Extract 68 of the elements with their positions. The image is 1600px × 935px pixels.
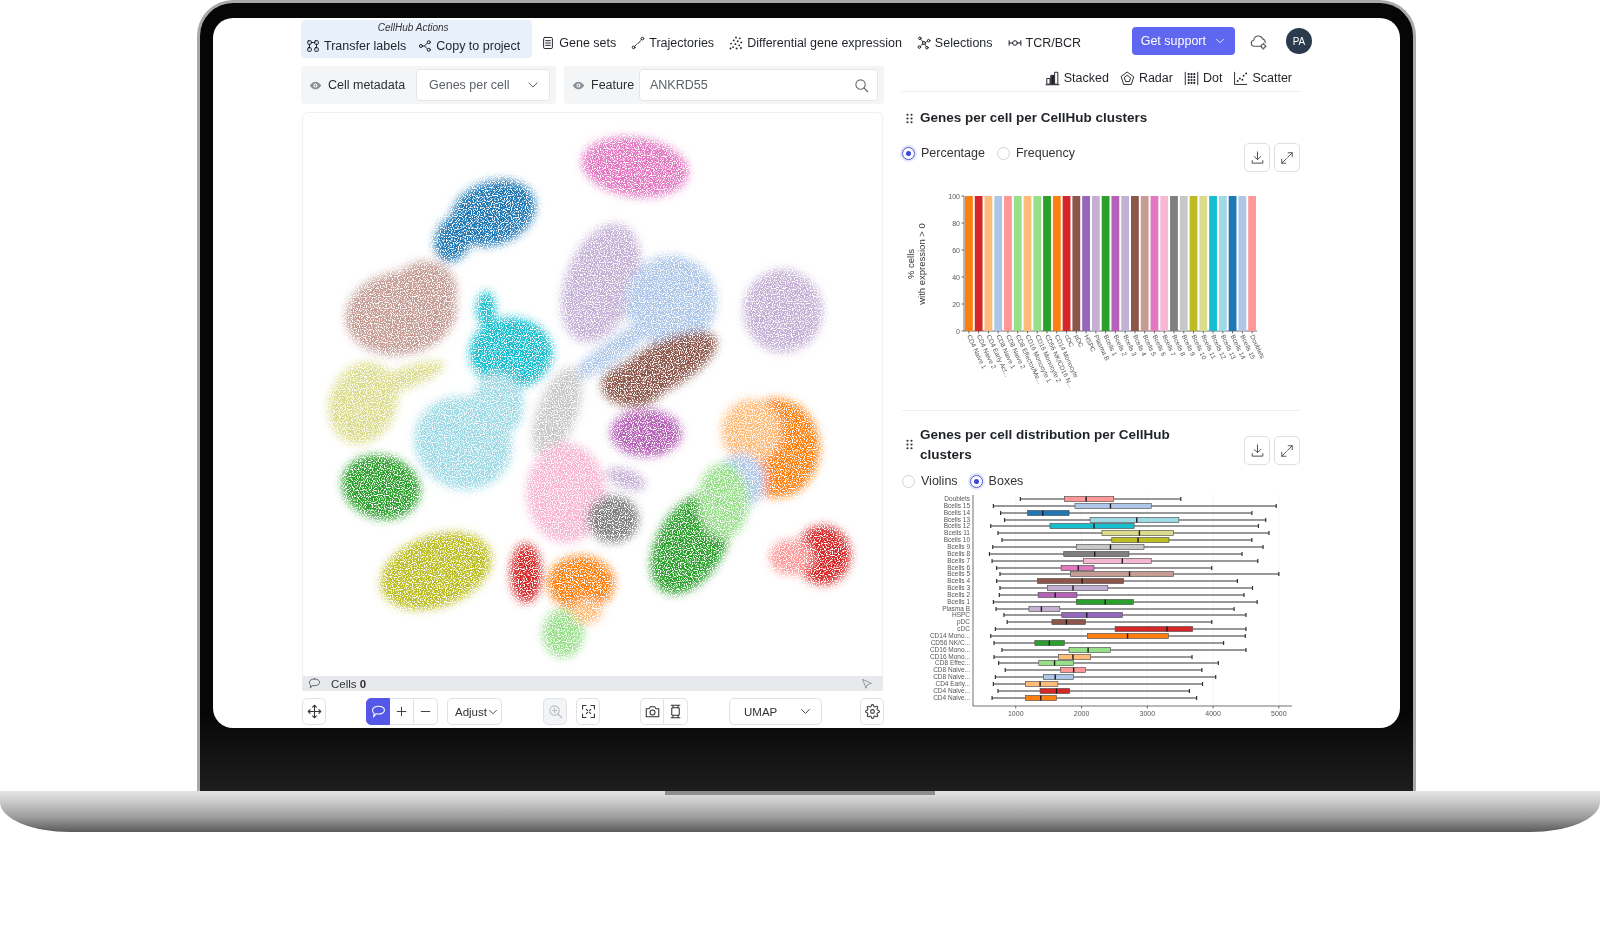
move-icon <box>306 704 322 719</box>
speech-bubble-icon <box>370 704 386 719</box>
download-icon <box>1249 150 1265 165</box>
list-icon <box>541 36 556 50</box>
metadata-dropdown[interactable]: Genes per cell <box>416 69 550 101</box>
download-button[interactable] <box>1244 143 1270 172</box>
filter-label: Cell metadata <box>328 78 406 92</box>
download-button[interactable] <box>1244 436 1270 465</box>
speech-bubble-icon <box>308 677 321 690</box>
radio-option[interactable]: Violins <box>902 471 958 491</box>
dot-grid-icon <box>1183 70 1199 86</box>
drag-handle-icon[interactable] <box>906 112 913 124</box>
radio-button[interactable] <box>902 146 915 160</box>
adjust-dropdown[interactable]: Adjust <box>447 698 502 725</box>
expand-button[interactable] <box>1274 436 1300 465</box>
path-icon <box>631 36 646 50</box>
filter-label: Feature <box>591 78 635 92</box>
bar-chart-icon <box>1044 70 1060 86</box>
lasso-button[interactable] <box>366 698 390 725</box>
plot-type-tab[interactable]: Scatter <box>1233 70 1292 86</box>
nav-button[interactable]: Trajectories <box>631 34 715 52</box>
axis-title: % cells with expression > 0 <box>905 222 927 305</box>
pentagon-icon <box>1119 70 1135 86</box>
nav-button[interactable]: Differential gene expression <box>729 34 902 52</box>
user-avatar[interactable]: PA <box>1286 28 1312 54</box>
add-button[interactable] <box>390 698 414 725</box>
plot-type-tab[interactable]: Stacked <box>1044 70 1109 86</box>
drag-handle-icon[interactable] <box>906 439 913 450</box>
share-nodes-icon <box>418 39 433 53</box>
camera-icon <box>644 704 660 719</box>
group-label: CellHub Actions <box>377 22 449 34</box>
expand-button[interactable] <box>1274 143 1300 172</box>
nav-button[interactable]: Transfer labels <box>306 37 407 55</box>
cloud-settings-icon[interactable] <box>1249 32 1267 50</box>
zoom-icon <box>547 704 563 719</box>
move-button[interactable] <box>302 698 326 725</box>
support-button[interactable]: Get support <box>1131 27 1235 55</box>
nav-button[interactable]: Gene sets <box>541 34 617 52</box>
nav-button[interactable]: Selections <box>916 34 993 52</box>
plot-type-tab[interactable]: Dot <box>1183 70 1223 86</box>
radio-button[interactable] <box>969 474 983 488</box>
search-icon[interactable] <box>854 77 869 93</box>
dots-icon <box>729 36 744 50</box>
settings-button[interactable] <box>860 698 884 725</box>
panel-title: Genes per cell per CellHub clusters <box>920 109 1148 127</box>
feature-search-field[interactable]: ANKRD55 <box>639 69 878 101</box>
radio-option[interactable]: Percentage <box>902 143 985 163</box>
expand-icon <box>1280 150 1294 165</box>
frame-icon <box>668 704 683 719</box>
plot-type-tab[interactable]: Radar <box>1119 70 1173 86</box>
network-icon <box>916 36 931 50</box>
nodes-icon <box>306 39 320 53</box>
radio-option[interactable]: Boxes <box>969 471 1024 491</box>
cell-count: Cells 0 <box>331 677 367 690</box>
embedding-dropdown[interactable]: UMAP <box>729 698 822 725</box>
nav-button[interactable]: TCR/BCR <box>1007 34 1082 52</box>
settings-icon <box>864 704 880 719</box>
plus-icon <box>395 705 408 718</box>
screenshot-button[interactable] <box>640 698 664 725</box>
scatter-icon <box>1233 70 1249 86</box>
radio-option[interactable]: Frequency <box>996 143 1075 163</box>
fit-view-button[interactable] <box>576 698 600 725</box>
frame-button[interactable] <box>664 698 688 725</box>
panel-title: Genes per cell distribution per CellHub clusters <box>920 425 1171 464</box>
expand-icon <box>1280 443 1294 458</box>
nav-button[interactable]: Copy to project <box>418 37 521 55</box>
focus-frame-icon <box>580 704 596 719</box>
download-icon <box>1249 443 1265 458</box>
